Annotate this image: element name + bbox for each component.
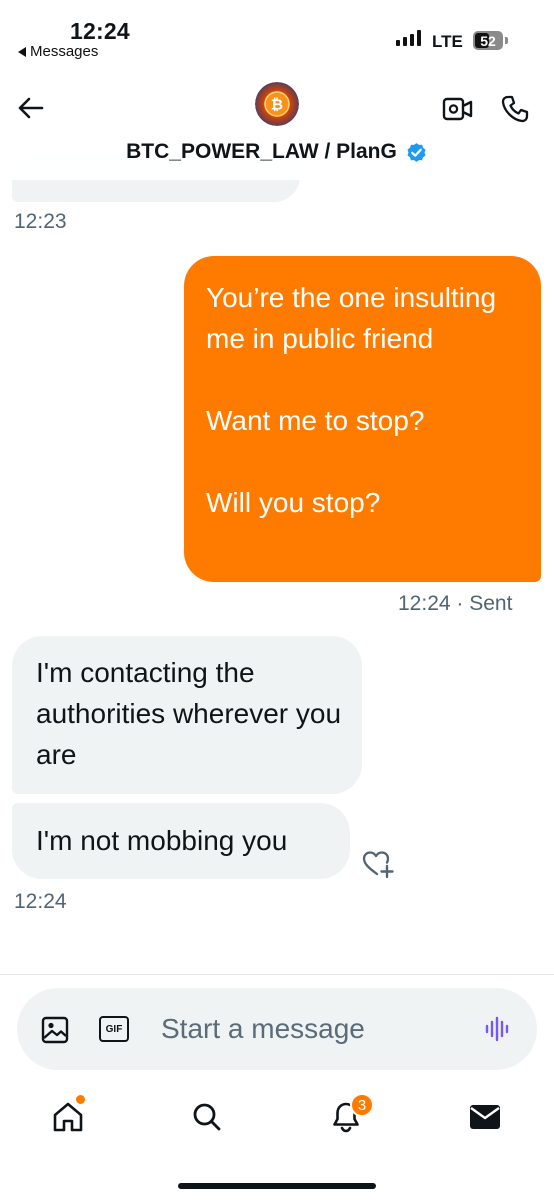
home-unread-dot <box>76 1095 85 1104</box>
contact-title[interactable]: BTC_POWER_LAW / PlanG <box>0 140 554 164</box>
signal-icon <box>396 30 421 46</box>
timestamp: 12:23 <box>14 210 67 233</box>
back-triangle-icon <box>18 46 26 57</box>
bitcoin-avatar-icon: ₿ <box>255 82 299 126</box>
status-back-to-messages[interactable]: Messages <box>18 43 98 60</box>
tab-search[interactable] <box>187 1097 227 1137</box>
tab-messages[interactable] <box>465 1097 505 1137</box>
message-input[interactable] <box>161 1008 461 1050</box>
status-bar: 12:24 Messages LTE 52 <box>0 0 554 66</box>
phone-icon <box>501 95 529 123</box>
message-bubble-incoming[interactable]: I'm contacting the authorities wherever … <box>12 636 362 794</box>
battery-level: 52 <box>480 32 496 49</box>
chat-header: ₿ BTC_POWER_LAW / PlanG <box>0 66 554 180</box>
timestamp-sent: 12:24 · Sent <box>398 592 512 616</box>
heart-plus-icon <box>362 851 394 879</box>
message-bubble-incoming[interactable]: I'm not mobbing you <box>12 803 350 879</box>
voice-call-button[interactable] <box>496 90 534 128</box>
timestamp: 12:24 <box>14 890 67 913</box>
voice-message-button[interactable] <box>483 1014 513 1044</box>
sent-status: · Sent <box>456 592 513 615</box>
video-camera-icon <box>442 97 473 121</box>
home-indicator <box>178 1183 376 1189</box>
home-icon <box>53 1102 83 1132</box>
gif-button[interactable]: GIF <box>99 1016 129 1042</box>
notifications-badge: 3 <box>350 1093 374 1117</box>
video-call-button[interactable] <box>441 92 475 126</box>
battery-icon: 52 <box>473 31 503 50</box>
status-time: 12:24 <box>70 18 130 44</box>
contact-name: BTC_POWER_LAW / PlanG <box>126 140 397 163</box>
search-icon <box>193 1103 221 1131</box>
composer-divider <box>0 974 554 975</box>
image-icon <box>41 1016 69 1044</box>
verified-badge-icon <box>407 142 426 162</box>
add-reaction-button[interactable] <box>360 847 396 881</box>
svg-text:₿: ₿ <box>271 96 283 114</box>
envelope-icon <box>470 1105 500 1129</box>
message-composer: GIF <box>17 988 537 1070</box>
back-button[interactable] <box>12 90 48 126</box>
network-label: LTE <box>432 32 463 51</box>
arrow-left-icon <box>18 97 44 119</box>
timestamp: 12:24 <box>398 592 451 615</box>
battery-cap <box>505 37 508 44</box>
voice-waveform-icon <box>485 1016 509 1042</box>
avatar[interactable]: ₿ <box>255 82 299 126</box>
add-media-button[interactable] <box>40 1015 70 1045</box>
message-bubble-outgoing[interactable]: You’re the one insulting me in public fr… <box>184 256 541 582</box>
status-back-label: Messages <box>30 43 99 60</box>
